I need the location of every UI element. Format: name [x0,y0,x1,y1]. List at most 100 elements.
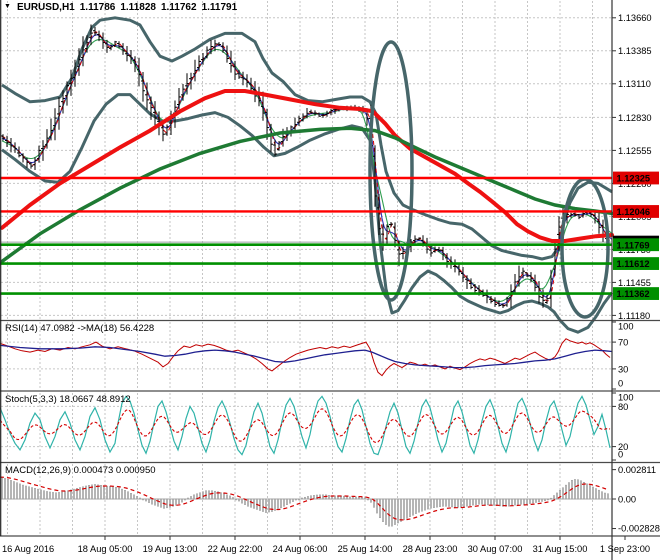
macd-hist-bar [28,486,30,500]
macd-hist-bar [235,498,237,501]
macd-hist-bar [40,489,42,500]
macd-hist-bar [508,498,510,507]
macd-hist-bar [301,497,303,500]
macd-hist-bar [250,498,252,508]
macd-hist-bar [442,498,444,507]
macd-hist-bar [253,498,255,509]
chevron-down-icon[interactable]: ▼ [4,3,11,10]
macd-hist-bar [25,485,27,500]
macd-hist-bar [181,498,183,503]
macd-hist-bar [397,498,399,524]
macd-hist-bar [544,498,546,501]
macd-hist-bar [190,496,192,500]
stoch-scale-label: 80 [618,402,628,412]
time-axis-label: 19 Aug 13:00 [143,544,198,554]
macd-hist-bar [73,488,75,500]
macd-hist-bar [478,498,480,505]
macd-hist-bar [220,492,222,500]
macd-hist-bar [466,498,468,507]
macd-hist-bar [10,480,12,500]
macd-hist-bar [415,498,417,514]
macd-hist-bar [553,495,555,500]
macd-hist-bar [127,491,129,500]
macd-hist-bar [370,498,372,503]
macd-hist-bar [412,498,414,516]
macd-hist-bar [448,498,450,507]
macd-hist-bar [358,496,360,500]
price-badge-green: 1.11769 [613,238,659,252]
rsi-scale-label: 70 [618,338,628,348]
time-axis-label: 25 Aug 14:00 [338,544,393,554]
macd-hist-bar [385,498,387,525]
macd-hist-bar [193,494,195,500]
macd-hist-bar [556,492,558,500]
macd-hist-bar [109,486,111,500]
macd-hist-bar [364,497,366,500]
macd-hist-bar [58,492,60,500]
macd-hist-bar [604,492,606,500]
macd-hist-bar [496,498,498,506]
macd-hist-bar [550,497,552,500]
macd-hist-bar [46,491,48,500]
ohlc-low: 1.11762 [160,2,197,13]
macd-hist-bar [541,498,543,502]
macd-hist-bar [481,498,483,505]
macd-hist-bar [151,498,153,505]
price-badge-red: 1.12046 [613,205,659,218]
time-axis-label: 31 Aug 15:00 [533,544,588,554]
chart-title: ▼ EURUSD,H1 1.11786 1.11828 1.11762 1.11… [4,2,242,13]
macd-hist-bar [283,498,285,507]
macd-hist-bar [160,498,162,508]
macd-hist-bar [130,493,132,500]
chart-canvas[interactable]: 1.136601.133851.131101.128301.125551.122… [0,0,660,560]
macd-hist-bar [52,492,54,500]
macd-hist-bar [343,495,345,500]
price-badge-green: 1.11362 [613,287,659,300]
macd-hist-bar [232,497,234,500]
price-axis-label: 1.13660 [618,13,652,23]
macd-hist-bar [106,485,108,500]
macd-hist-bar [349,496,351,500]
macd-hist-bar [115,487,117,500]
macd-hist-bar [208,490,210,500]
macd-hist-bar [445,498,447,507]
macd-hist-bar [406,498,408,519]
macd-hist-bar [601,491,603,500]
macd-hist-bar [22,484,24,500]
macd-hist-bar [454,498,456,508]
rsi-scale-label: 30 [618,364,628,374]
macd-hist-bar [403,498,405,521]
price-badge-green: 1.11612 [613,257,659,270]
price-axis-label: 1.13110 [618,79,651,89]
macd-hist-bar [409,498,411,517]
macd-hist-bar [43,490,45,500]
stoch-scale-label: 0 [618,450,623,460]
macd-hist-bar [238,498,240,502]
macd-hist-bar [430,498,432,509]
macd-hist-bar [607,493,609,500]
trading-chart-window: 1.136601.133851.131101.128301.125551.122… [0,0,660,560]
macd-hist-bar [310,495,312,500]
macd-hist-bar [139,497,141,500]
macd-hist-bar [286,498,288,505]
macd-hist-bar [535,498,537,503]
price-badge-label: 1.11362 [617,289,650,299]
ohlc-high: 1.11828 [120,2,156,13]
macd-hist-bar [133,494,135,500]
macd-hist-bar [247,498,249,507]
price-badge-label: 1.11612 [617,259,650,269]
rsi-scale-label: 0 [618,379,623,389]
macd-hist-bar [211,490,213,500]
macd-hist-bar [391,498,393,527]
price-axis-label: 1.12830 [618,113,652,123]
macd-hist-bar [229,495,231,500]
macd-hist-bar [304,496,306,500]
macd-hist-bar [16,482,18,500]
macd-hist-bar [67,490,69,500]
macd-hist-bar [376,498,378,514]
macd-hist-bar [292,498,294,502]
macd-hist-bar [394,498,396,525]
macd-pane-label: MACD(12,26,9) 0.000473 0.000950 [5,465,156,476]
macd-hist-bar [487,498,489,506]
macd-hist-bar [592,486,594,500]
